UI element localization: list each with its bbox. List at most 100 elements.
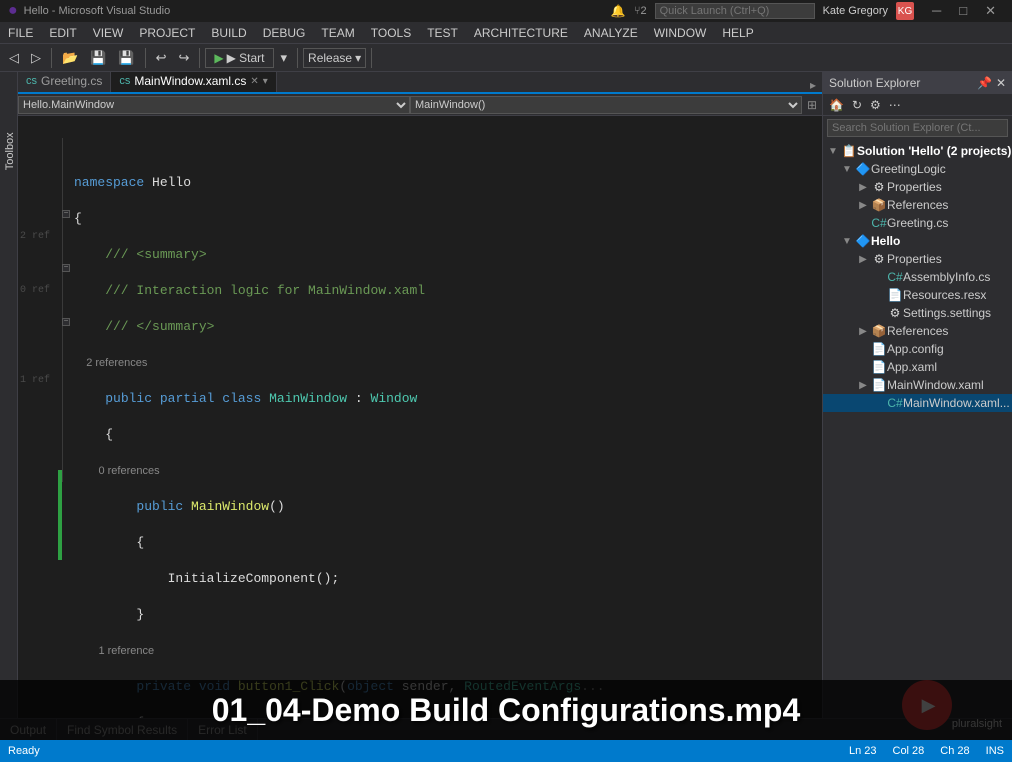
code-line: InitializeComponent(); — [74, 570, 822, 588]
tb-back-btn[interactable]: ◁ — [4, 47, 24, 69]
title-bar: ● Hello - Microsoft Visual Studio 🔔 ⑂2 K… — [0, 0, 1012, 22]
vs-icon: ● — [8, 2, 18, 20]
collapse-indicators: − − − — [58, 120, 70, 718]
tab-greeting[interactable]: cs Greeting.cs — [18, 72, 111, 92]
tb-open-btn[interactable]: 📂 — [57, 47, 83, 69]
menu-bar: FILEEDITVIEWPROJECTBUILDDEBUGTEAMTOOLSTE… — [0, 22, 1012, 44]
nav-class-select[interactable]: Hello.MainWindow — [18, 96, 410, 114]
tab-mainwindow[interactable]: cs MainWindow.xaml.cs ✕ ▾ — [111, 72, 276, 92]
se-tb-home[interactable]: 🏠 — [825, 96, 848, 114]
se-title: Solution Explorer — [829, 76, 920, 90]
menu-item-tools[interactable]: TOOLS — [363, 22, 419, 43]
code-line: { — [74, 210, 822, 228]
tree-assemblyinfo[interactable]: C# AssemblyInfo.cs — [823, 268, 1012, 286]
gl-properties-label: Properties — [887, 180, 942, 194]
xaml-icon2: 📄 — [871, 378, 887, 392]
start-button[interactable]: ▶ ▶ Start — [205, 48, 273, 68]
tree-settings[interactable]: ⚙ Settings.settings — [823, 304, 1012, 322]
menu-item-team[interactable]: TEAM — [313, 22, 362, 43]
code-line: /// Interaction logic for MainWindow.xam… — [74, 282, 822, 300]
code-editor[interactable]: 2 ref 0 ref 1 ref — [18, 116, 822, 718]
project-icon: 🔷 — [855, 162, 871, 176]
tb-dropdown-btn[interactable]: ▾ — [276, 47, 293, 69]
video-overlay: 01_04-Demo Build Configurations.mp4 — [0, 680, 1012, 740]
toolbar: ◁ ▷ 📂 💾 💾 ↩ ↪ ▶ ▶ Start ▾ Release ▾ — [0, 44, 1012, 72]
tree-appxaml[interactable]: 📄 App.xaml — [823, 358, 1012, 376]
tree-mainxaml[interactable]: ▶ 📄 MainWindow.xaml — [823, 376, 1012, 394]
menu-item-build[interactable]: BUILD — [203, 22, 254, 43]
notification-icon[interactable]: 🔔 — [611, 4, 626, 18]
menu-item-architecture[interactable]: ARCHITECTURE — [466, 22, 576, 43]
se-search-input[interactable] — [827, 119, 1008, 137]
menu-item-project[interactable]: PROJECT — [131, 22, 203, 43]
editor-area: cs Greeting.cs cs MainWindow.xaml.cs ✕ ▾… — [18, 72, 822, 718]
nav-expand-btn[interactable]: ⊞ — [802, 98, 822, 112]
restore-button[interactable]: □ — [951, 1, 975, 21]
config-icon: 📄 — [871, 342, 887, 356]
code-line: public MainWindow() — [74, 498, 822, 516]
tree-gl-references[interactable]: ▶ 📦 References — [823, 196, 1012, 214]
minimize-button[interactable]: ─ — [924, 1, 949, 21]
menu-item-debug[interactable]: DEBUG — [255, 22, 314, 43]
tb-save-btn[interactable]: 💾 — [85, 47, 111, 69]
se-tb-settings[interactable]: ⚙ — [866, 96, 885, 114]
release-dropdown[interactable]: Release ▾ — [303, 48, 366, 68]
se-close-btn[interactable]: ✕ — [996, 76, 1006, 90]
collapse-class[interactable]: − — [62, 264, 70, 272]
toolbox-tab[interactable]: Toolbox — [2, 82, 18, 172]
tb-sep5 — [371, 48, 372, 68]
collapse-ns[interactable]: − — [62, 210, 70, 218]
solution-explorer: Solution Explorer 📌 ✕ 🏠 ↻ ⚙ ⋯ ▼ 📋 Soluti… — [822, 72, 1012, 718]
tree-appconfig[interactable]: 📄 App.config — [823, 340, 1012, 358]
tree-gl-greeting[interactable]: C# Greeting.cs — [823, 214, 1012, 232]
tree-arrow: ▶ — [855, 380, 871, 391]
assemblyinfo-label: AssemblyInfo.cs — [903, 270, 990, 284]
tree-hello-references[interactable]: ▶ 📦 References — [823, 322, 1012, 340]
cs-file-icon3: C# — [887, 396, 903, 410]
greetinglogic-label: GreetingLogic — [871, 162, 946, 176]
menu-item-edit[interactable]: EDIT — [41, 22, 84, 43]
menu-item-view[interactable]: VIEW — [85, 22, 132, 43]
tb-undo-btn[interactable]: ↩ — [151, 47, 172, 69]
quick-launch-input[interactable] — [655, 3, 815, 19]
menu-item-help[interactable]: HELP — [714, 22, 761, 43]
tree-solution[interactable]: ▼ 📋 Solution 'Hello' (2 projects) — [823, 142, 1012, 160]
settings-label: Settings.settings — [903, 306, 991, 320]
tree-hello[interactable]: ▼ 🔷 Hello — [823, 232, 1012, 250]
menu-item-analyze[interactable]: ANALYZE — [576, 22, 646, 43]
se-tb-refresh[interactable]: ↻ — [848, 96, 866, 114]
code-line: /// <summary> — [74, 246, 822, 264]
collapse-method[interactable]: − — [62, 318, 70, 326]
xaml-icon: 📄 — [871, 360, 887, 374]
user-name: Kate Gregory — [823, 5, 888, 17]
tab-greeting-label: Greeting.cs — [41, 74, 102, 88]
se-pin-btn[interactable]: 📌 — [977, 76, 992, 90]
tree-arrow: ▼ — [839, 164, 855, 175]
code-line: { — [74, 534, 822, 552]
tb-sep4 — [297, 48, 298, 68]
tree-gl-properties[interactable]: ▶ ⚙ Properties — [823, 178, 1012, 196]
video-title: 01_04-Demo Build Configurations.mp4 — [212, 692, 801, 729]
release-arrow: ▾ — [355, 51, 361, 65]
status-col: Col 28 — [893, 745, 925, 757]
tb-saveall-btn[interactable]: 💾 — [113, 47, 139, 69]
close-button[interactable]: ✕ — [977, 1, 1004, 21]
tree-hello-properties[interactable]: ▶ ⚙ Properties — [823, 250, 1012, 268]
tb-redo-btn[interactable]: ↪ — [173, 47, 194, 69]
title-left: ● Hello - Microsoft Visual Studio — [8, 2, 170, 20]
tree-resources[interactable]: 📄 Resources.resx — [823, 286, 1012, 304]
menu-item-test[interactable]: TEST — [419, 22, 466, 43]
nav-method-select[interactable]: MainWindow() — [410, 96, 802, 114]
tree-greetinglogic[interactable]: ▼ 🔷 GreetingLogic — [823, 160, 1012, 178]
se-tb-more[interactable]: ⋯ — [885, 96, 905, 114]
tb-fwd-btn[interactable]: ▷ — [26, 47, 46, 69]
menu-item-window[interactable]: WINDOW — [646, 22, 715, 43]
hello-label: Hello — [871, 234, 900, 248]
tab-mainwindow-close[interactable]: ✕ — [250, 76, 258, 87]
scroll-tabs-right[interactable]: ▸ — [804, 78, 822, 92]
main-area: Toolbox Find and Replace cs Greeting.cs … — [0, 72, 1012, 718]
menu-item-file[interactable]: FILE — [0, 22, 41, 43]
tree-mainxaml-cs[interactable]: C# MainWindow.xaml... — [823, 394, 1012, 412]
tab-mainwindow-arrow[interactable]: ▾ — [263, 76, 268, 87]
properties-icon: ⚙ — [871, 180, 887, 194]
